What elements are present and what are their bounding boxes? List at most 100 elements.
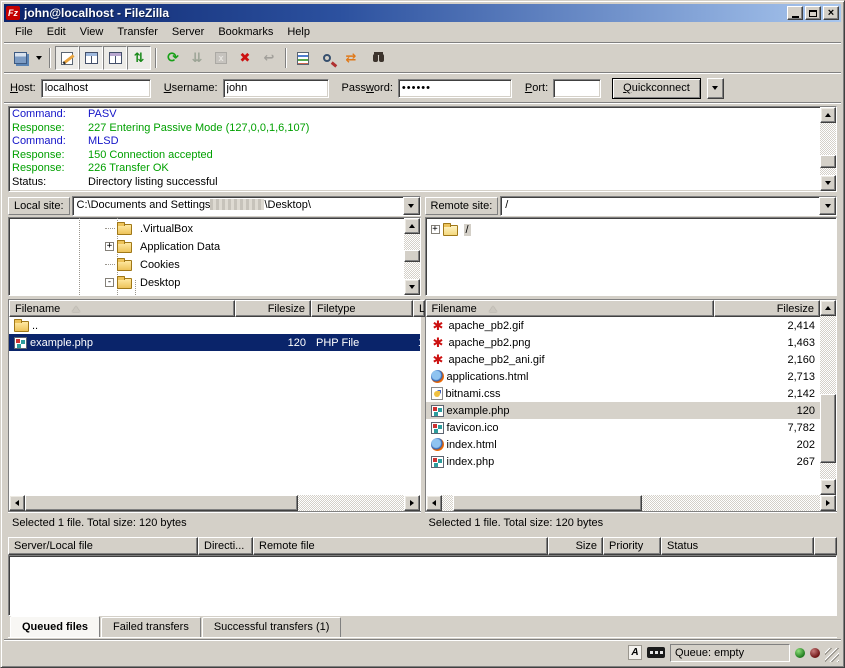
tree-item-virtualbox[interactable]: .VirtualBox [105,220,195,237]
toggle-message-log-button[interactable] [55,46,79,70]
scroll-down-button[interactable] [820,175,836,191]
speed-limits-icon[interactable] [647,647,665,658]
directory-comparison-button[interactable] [315,46,339,70]
queue-column-size[interactable]: Size [548,537,603,555]
remote-list-scrollbar[interactable] [820,300,836,495]
scroll-right-button[interactable] [404,495,420,511]
port-input[interactable] [553,79,601,98]
menu-item-help[interactable]: Help [280,24,317,40]
site-manager-dropdown-button[interactable] [32,46,45,70]
menu-item-transfer[interactable]: Transfer [110,24,165,40]
tree-expander-minus-icon[interactable]: - [105,278,114,287]
local-column-filename[interactable]: Filename [9,300,235,317]
scrollbar-track[interactable] [820,123,836,175]
tree-item-cookies[interactable]: Cookies [105,256,182,273]
scrollbar-track[interactable] [820,316,836,479]
scroll-down-button[interactable] [820,479,836,495]
local-column-l[interactable]: L [413,300,425,317]
menu-item-view[interactable]: View [73,24,111,40]
scroll-right-button[interactable] [820,495,836,511]
disconnect-button[interactable]: ✖ [233,46,257,70]
queue-list[interactable] [8,555,837,616]
file-row-apache-pb2-png[interactable]: apache_pb2.png1,463 [426,334,821,351]
log-line: Response:227 Entering Passive Mode (127,… [12,122,820,136]
scrollbar-thumb[interactable] [404,250,420,262]
tree-item-desktop[interactable]: -Desktop [105,274,182,291]
file-row-example-php[interactable]: example.php120 [426,402,821,419]
scroll-left-button[interactable] [426,495,442,511]
queue-column-server-local-file[interactable]: Server/Local file [8,537,198,555]
tab-failed-transfers[interactable]: Failed transfers [101,617,201,637]
menu-item-bookmarks[interactable]: Bookmarks [211,24,280,40]
local-column-filetype[interactable]: Filetype [311,300,413,317]
toggle-remote-tree-button[interactable] [103,46,127,70]
username-input[interactable] [223,79,329,98]
tab-queued-files[interactable]: Queued files [10,616,100,637]
menu-item-edit[interactable]: Edit [40,24,73,40]
remote-site-dropdown-button[interactable] [819,197,836,215]
scrollbar-thumb[interactable] [820,155,836,168]
remote-column-filename[interactable]: Filename [426,300,714,317]
queue-column-remote-file[interactable]: Remote file [253,537,548,555]
reconnect-button[interactable]: ↩ [257,46,281,70]
maximize-button[interactable] [805,6,821,20]
file-row-favicon-ico[interactable]: favicon.ico7,782 [426,419,821,436]
menu-item-file[interactable]: File [8,24,40,40]
file-row-example-php[interactable]: example.php120PHP File1 [9,334,420,351]
resize-grip[interactable] [825,648,839,662]
directory-listing-filters-button[interactable] [291,46,315,70]
scroll-down-button[interactable] [404,279,420,295]
queue-column-directi[interactable]: Directi... [198,537,253,555]
host-input[interactable] [41,79,151,98]
toggle-local-tree-button[interactable] [79,46,103,70]
scrollbar-track[interactable] [404,234,420,279]
tree-item-application-data[interactable]: +Application Data [105,238,222,255]
menu-item-server[interactable]: Server [165,24,211,40]
file-row-apache-pb2-gif[interactable]: apache_pb2.gif2,414 [426,317,821,334]
local-site-combo[interactable]: C:\Documents and Settings\Desktop\ [72,196,421,216]
quickconnect-dropdown-button[interactable] [707,78,724,99]
queue-column-status[interactable]: Status [661,537,814,555]
data-type-indicator-icon[interactable]: A [628,645,642,660]
quickconnect-button[interactable]: Quickconnect [612,78,701,99]
find-files-button[interactable] [363,46,387,70]
queue-column-priority[interactable]: Priority [603,537,661,555]
password-input[interactable] [398,79,512,98]
message-log-scrollbar[interactable] [820,107,836,191]
scroll-up-button[interactable] [820,300,836,316]
remote-column-filesize[interactable]: Filesize [714,300,821,317]
scrollbar-thumb[interactable] [820,394,836,462]
scroll-up-button[interactable] [820,107,836,123]
file-row-apache-pb2-ani-gif[interactable]: apache_pb2_ani.gif2,160 [426,351,821,368]
file-row-bitnami-css[interactable]: bitnami.css2,142 [426,385,821,402]
remote-site-combo[interactable]: / [500,196,837,216]
file-row-index-html[interactable]: index.html202 [426,436,821,453]
scrollbar-thumb[interactable] [25,495,298,511]
tree-item-root[interactable]: +/ [431,221,471,238]
scroll-left-button[interactable] [9,495,25,511]
file-row-applications-html[interactable]: applications.html2,713 [426,368,821,385]
tab-successful-transfers-1[interactable]: Successful transfers (1) [202,617,342,637]
minimize-button[interactable] [787,6,803,20]
local-tree-scrollbar[interactable] [404,218,420,295]
cancel-operation-button[interactable]: x [209,46,233,70]
file-row-[interactable]: .. [9,317,420,334]
file-row-index-php[interactable]: index.php267 [426,453,821,470]
local-column-filesize[interactable]: Filesize [235,300,311,317]
scrollbar-track[interactable] [25,495,404,511]
local-horizontal-scrollbar[interactable] [9,495,420,511]
local-site-dropdown-button[interactable] [403,197,420,215]
tree-expander-plus-icon[interactable]: + [431,225,440,234]
process-queue-button[interactable]: ⇊ [185,46,209,70]
synchronized-browsing-button[interactable]: ⇄ [339,46,363,70]
site-manager-button[interactable] [8,46,32,70]
scroll-up-button[interactable] [404,218,420,234]
scrollbar-track[interactable] [442,495,821,511]
scrollbar-thumb[interactable] [453,495,642,511]
tree-expander-plus-icon[interactable]: + [105,242,114,251]
toggle-transfer-queue-button[interactable]: ⇅ [127,46,151,70]
file-size-cell: 1,463 [714,337,821,349]
refresh-button[interactable]: ⟳ [161,46,185,70]
remote-horizontal-scrollbar[interactable] [426,495,837,511]
close-button[interactable]: × [823,6,839,20]
